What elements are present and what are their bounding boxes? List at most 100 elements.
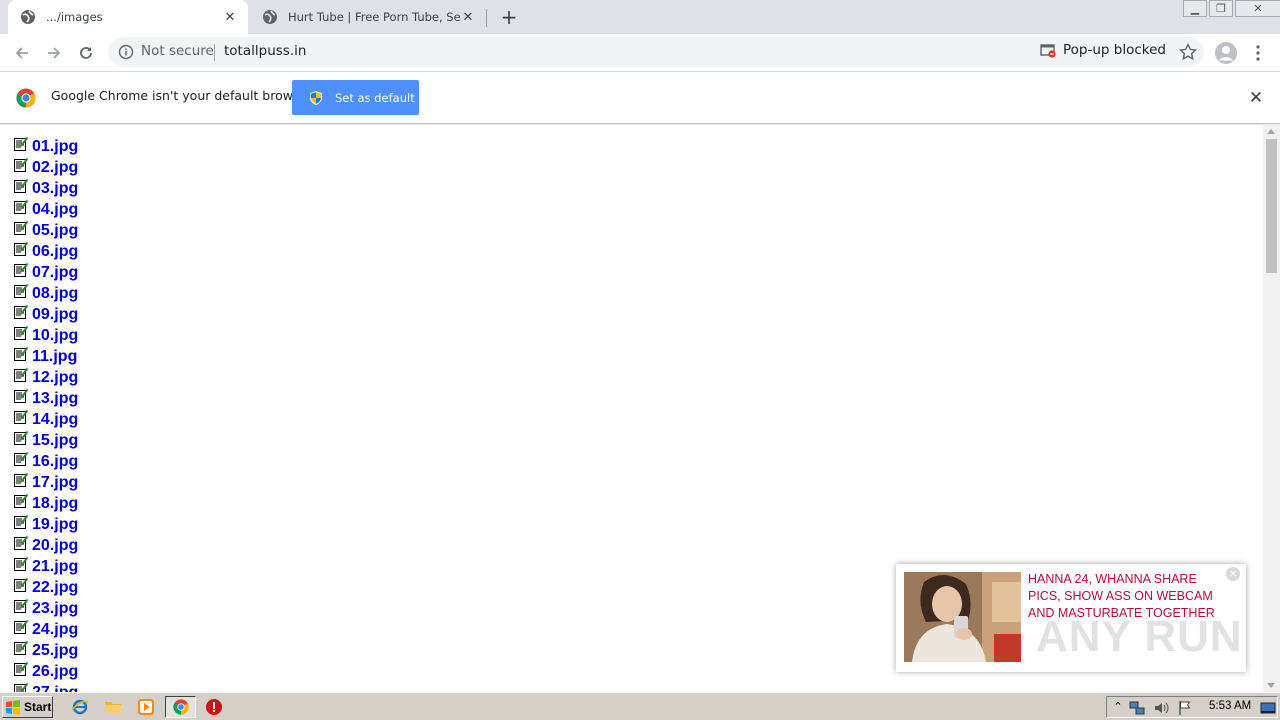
file-link[interactable]: 02.jpg xyxy=(32,158,78,177)
file-link[interactable]: 22.jpg xyxy=(32,578,78,597)
start-label: Start xyxy=(24,700,52,714)
file-link[interactable]: 16.jpg xyxy=(32,452,78,471)
file-row: 05.jpg xyxy=(13,219,78,240)
minimize-icon[interactable]: ▁ xyxy=(1183,0,1207,17)
file-row: 21.jpg xyxy=(13,555,78,576)
image-file-icon xyxy=(14,220,29,235)
scrollbar-thumb[interactable] xyxy=(1266,139,1277,273)
image-file-icon xyxy=(14,178,29,193)
file-row: 22.jpg xyxy=(13,576,78,597)
new-tab-button[interactable]: + xyxy=(498,5,520,29)
file-row: 15.jpg xyxy=(13,429,78,450)
file-link[interactable]: 25.jpg xyxy=(32,641,78,660)
internet-explorer-icon[interactable] xyxy=(71,698,89,716)
profile-avatar-icon[interactable] xyxy=(1214,41,1238,65)
file-link[interactable]: 01.jpg xyxy=(32,137,78,156)
file-list: 01.jpg 02.jpg 03.jpg 04.jpg 05.jpg 06.jpg 07.j… xyxy=(13,135,78,692)
start-button[interactable]: Start xyxy=(2,696,53,718)
image-file-icon xyxy=(14,388,29,403)
address-bar[interactable]: Not secure totallpuss.in Pop-up blocked xyxy=(108,37,1204,67)
scroll-down-arrow-icon[interactable] xyxy=(1267,683,1275,688)
file-link[interactable]: 21.jpg xyxy=(32,557,78,576)
popup-blocked-indicator[interactable]: Pop-up blocked xyxy=(1040,42,1166,58)
file-row: 20.jpg xyxy=(13,534,78,555)
image-file-icon xyxy=(14,598,29,613)
taskbar-chrome-button[interactable] xyxy=(165,696,196,718)
image-file-icon xyxy=(14,346,29,361)
file-row: 06.jpg xyxy=(13,240,78,261)
popup-blocked-label: Pop-up blocked xyxy=(1063,42,1166,58)
image-file-icon xyxy=(14,241,29,256)
popup-blocked-icon xyxy=(1040,44,1056,58)
file-link[interactable]: 18.jpg xyxy=(32,494,78,513)
stop-alert-icon[interactable] xyxy=(205,698,223,716)
ad-photo[interactable] xyxy=(904,572,1021,662)
forward-button[interactable] xyxy=(42,41,66,65)
tab-close-icon[interactable]: ✕ xyxy=(222,9,238,25)
file-link[interactable]: 23.jpg xyxy=(32,599,78,618)
file-link[interactable]: 15.jpg xyxy=(32,431,78,450)
taskbar-clock[interactable]: 5:53 AM xyxy=(1209,700,1251,712)
windows-taskbar: Start ⌃ 5:53 AM xyxy=(0,692,1280,720)
volume-icon[interactable] xyxy=(1153,700,1169,716)
network-icon[interactable] xyxy=(1129,700,1145,716)
image-file-icon xyxy=(14,535,29,550)
image-file-icon xyxy=(14,304,29,319)
omnibox-divider xyxy=(214,44,215,61)
infobar-close-icon[interactable]: ✕ xyxy=(1246,88,1266,108)
file-link[interactable]: 24.jpg xyxy=(32,620,78,639)
image-file-icon xyxy=(14,556,29,571)
file-link[interactable]: 09.jpg xyxy=(32,305,78,324)
ad-close-icon[interactable]: ✕ xyxy=(1226,567,1240,581)
scroll-up-arrow-icon[interactable] xyxy=(1267,129,1275,134)
file-row: 02.jpg xyxy=(13,156,78,177)
file-link[interactable]: 06.jpg xyxy=(32,242,78,261)
file-row: 01.jpg xyxy=(13,135,78,156)
url-text[interactable]: totallpuss.in xyxy=(224,43,306,59)
back-button[interactable] xyxy=(10,41,34,65)
vertical-scrollbar[interactable] xyxy=(1263,125,1280,692)
set-as-default-button[interactable]: Set as default xyxy=(292,80,419,115)
file-link[interactable]: 19.jpg xyxy=(32,515,78,534)
file-link[interactable]: 20.jpg xyxy=(32,536,78,555)
file-link[interactable]: 08.jpg xyxy=(32,284,78,303)
show-hidden-icons-icon[interactable]: ⌃ xyxy=(1110,700,1126,716)
file-link[interactable]: 13.jpg xyxy=(32,389,78,408)
file-row: 12.jpg xyxy=(13,366,78,387)
show-desktop-icon[interactable] xyxy=(1260,700,1276,716)
bookmark-star-icon[interactable] xyxy=(1178,42,1198,62)
file-link[interactable]: 14.jpg xyxy=(32,410,78,429)
infobar-message: Google Chrome isn't your default browser xyxy=(51,88,313,103)
file-link[interactable]: 04.jpg xyxy=(32,200,78,219)
tab-images[interactable]: .../images ✕ xyxy=(8,0,248,34)
reload-button[interactable] xyxy=(74,41,98,65)
default-browser-infobar: Google Chrome isn't your default browser… xyxy=(0,72,1280,124)
file-link[interactable]: 17.jpg xyxy=(32,473,78,492)
image-file-icon xyxy=(14,514,29,529)
file-row: 04.jpg xyxy=(13,198,78,219)
image-file-icon xyxy=(14,451,29,466)
file-link[interactable]: 05.jpg xyxy=(32,221,78,240)
file-link[interactable]: 07.jpg xyxy=(32,263,78,282)
file-row: 26.jpg xyxy=(13,660,78,681)
file-link[interactable]: 11.jpg xyxy=(32,347,77,366)
tab-hurt-tube[interactable]: Hurt Tube | Free Porn Tube, Sex Vid ✕ xyxy=(250,0,487,34)
file-link[interactable]: 03.jpg xyxy=(32,179,78,198)
file-explorer-icon[interactable] xyxy=(104,698,122,716)
globe-icon xyxy=(262,9,278,25)
close-window-icon[interactable]: ✕ xyxy=(1235,0,1280,17)
info-icon[interactable] xyxy=(118,44,134,60)
file-link[interactable]: 12.jpg xyxy=(32,368,78,387)
file-link[interactable]: 10.jpg xyxy=(32,326,78,345)
file-link[interactable]: 27.jpg xyxy=(32,683,78,692)
file-row: 27.jpg xyxy=(13,681,78,692)
file-link[interactable]: 26.jpg xyxy=(32,662,78,681)
kebab-menu-icon[interactable] xyxy=(1250,41,1266,65)
restore-icon[interactable]: ❐ xyxy=(1209,0,1233,17)
file-row: 14.jpg xyxy=(13,408,78,429)
image-file-icon xyxy=(14,493,29,508)
action-center-flag-icon[interactable] xyxy=(1177,700,1193,716)
tab-close-icon[interactable]: ✕ xyxy=(460,9,476,25)
image-file-icon xyxy=(14,640,29,655)
media-player-icon[interactable] xyxy=(137,698,155,716)
